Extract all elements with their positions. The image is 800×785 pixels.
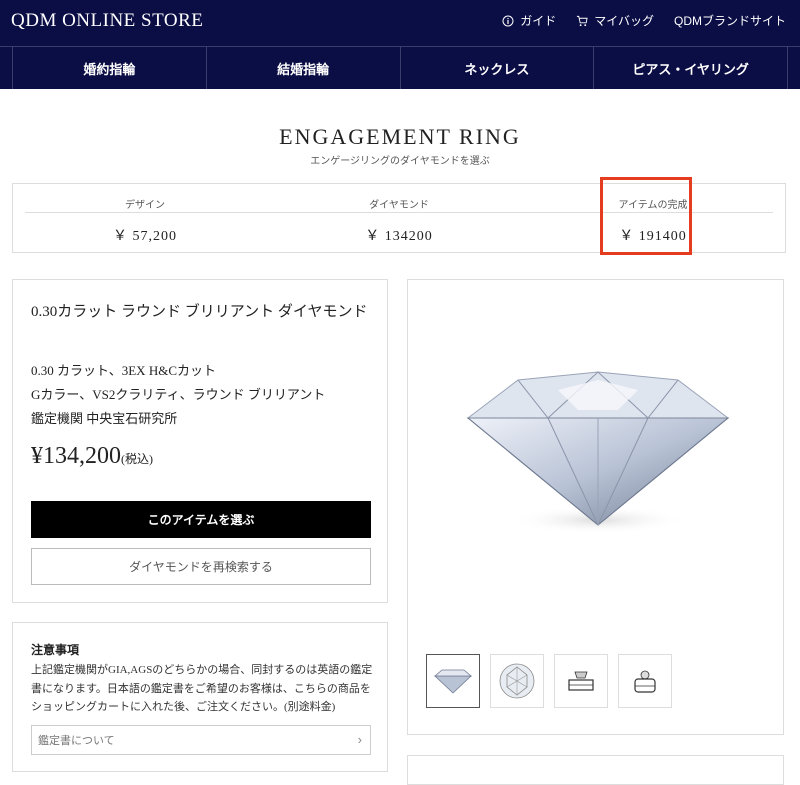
diamond-main-image xyxy=(458,350,738,550)
tab-necklaces[interactable]: ネックレス xyxy=(399,47,594,89)
page-subtitle: エンゲージリングのダイヤモンドを選ぶ xyxy=(310,156,490,167)
store-logo[interactable]: QDM ONLINE STORE xyxy=(11,10,203,32)
design-label: デザイン xyxy=(125,200,165,211)
certificate-link[interactable]: 鑑定書について › xyxy=(31,725,371,755)
thumbnail-ring-angle[interactable] xyxy=(618,654,672,708)
tab-wedding-rings[interactable]: 結婚指輪 xyxy=(205,47,400,89)
mybag-label: マイバッグ xyxy=(594,14,654,28)
category-nav: 婚約指輪 結婚指輪 ネックレス ピアス・イヤリング xyxy=(0,46,800,89)
total-highlight-box xyxy=(600,177,692,255)
mybag-link[interactable]: マイバッグ xyxy=(576,12,654,29)
cart-icon xyxy=(576,15,588,27)
price-value: ¥134,200 xyxy=(31,443,121,469)
chevron-right-icon: › xyxy=(357,732,362,747)
spec-color-clarity: Gカラー、VS2クラリティ、ラウンド ブリリアント xyxy=(31,387,326,402)
header-links: ガイド マイバッグ QDMブランドサイト xyxy=(502,12,786,29)
select-item-button[interactable]: このアイテムを選ぶ xyxy=(31,501,371,538)
thumbnail-ring-front[interactable] xyxy=(554,654,608,708)
secondary-panel xyxy=(407,755,784,785)
spec-lab: 鑑定機関 中央宝石研究所 xyxy=(31,411,178,426)
thumbnail-side-view[interactable] xyxy=(426,654,480,708)
tab-engagement-rings[interactable]: 婚約指輪 xyxy=(12,47,206,89)
summary-diamond: ダイヤモンド ￥ 134200 xyxy=(279,184,519,252)
top-header: QDM ONLINE STORE ガイド マイバッグ QDMブランドサイト xyxy=(0,0,800,46)
diamond-detail-card: 0.30カラット ラウンド ブリリアント ダイヤモンド 0.30 カラット、3E… xyxy=(12,279,388,603)
thumbnail-top-view[interactable] xyxy=(490,654,544,708)
guide-label: ガイド xyxy=(520,14,557,28)
brand-site-label: QDMブランドサイト xyxy=(674,14,786,28)
notes-section: 注意事項 上記鑑定機関がGIA,AGSのどちらかの場合、同封するのは英語の鑑定書… xyxy=(12,622,388,772)
tab-earrings[interactable]: ピアス・イヤリング xyxy=(593,47,788,89)
diamond-name: 0.30カラット ラウンド ブリリアント ダイヤモンド xyxy=(31,304,368,320)
brand-site-link[interactable]: QDMブランドサイト xyxy=(674,12,786,29)
research-diamond-button[interactable]: ダイヤモンドを再検索する xyxy=(31,548,371,585)
diamond-price: ￥ 134200 xyxy=(365,229,433,244)
info-icon xyxy=(502,15,514,27)
spec-carat-cut: 0.30 カラット、3EX H&Cカット xyxy=(31,363,216,378)
summary-design: デザイン ￥ 57,200 xyxy=(25,184,265,252)
diamond-price-large: ¥134,200(税込) xyxy=(31,443,153,470)
certificate-link-label: 鑑定書について xyxy=(38,735,115,747)
diamond-label: ダイヤモンド xyxy=(369,200,429,211)
notes-body: 上記鑑定機関がGIA,AGSのどちらかの場合、同封するのは英語の鑑定書になります… xyxy=(31,664,373,713)
guide-link[interactable]: ガイド xyxy=(502,12,556,29)
diamond-specs: 0.30 カラット、3EX H&Cカット Gカラー、VS2クラリティ、ラウンド … xyxy=(31,359,325,431)
notes-title: 注意事項 xyxy=(31,643,80,657)
image-panel xyxy=(407,279,784,735)
design-price: ￥ 57,200 xyxy=(113,229,177,244)
thumbnail-strip xyxy=(426,654,672,708)
tax-note: (税込) xyxy=(121,452,153,466)
page-title: ENGAGEMENT RING xyxy=(279,124,521,149)
